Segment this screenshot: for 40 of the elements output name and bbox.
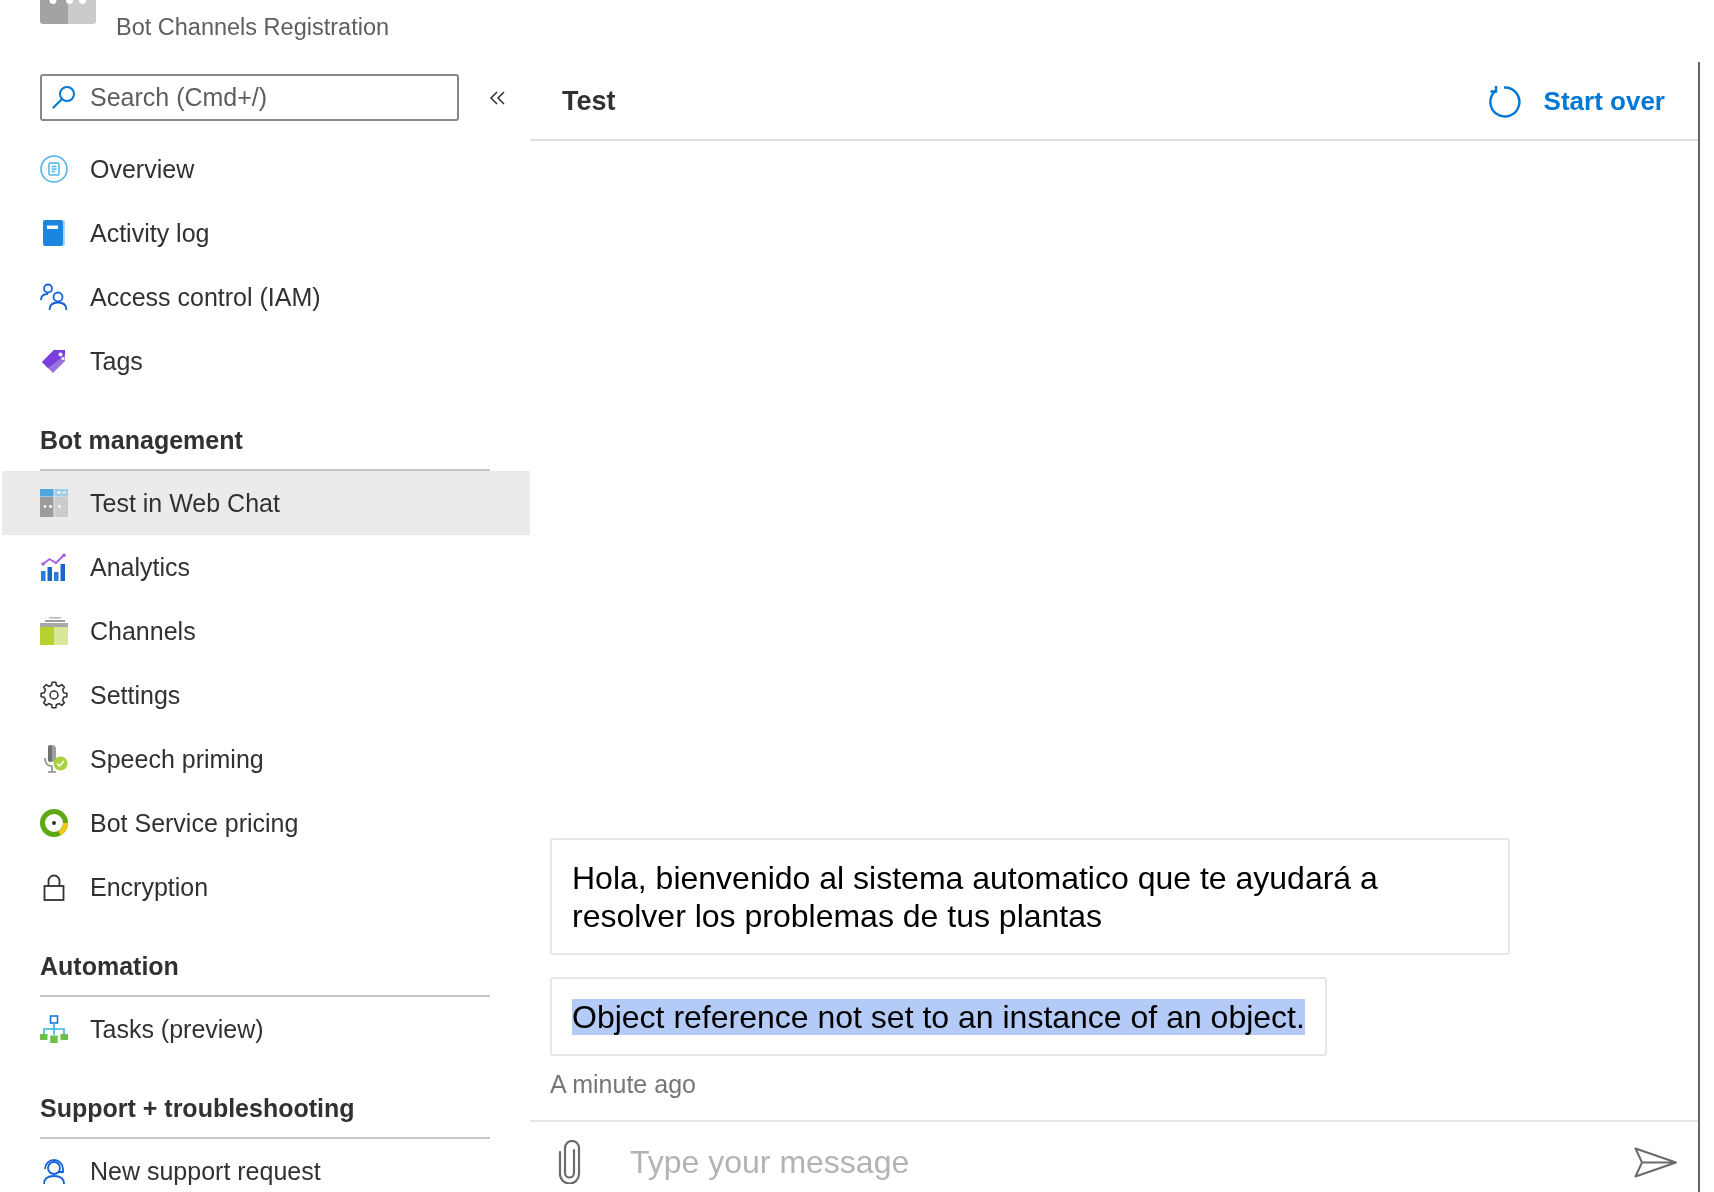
hierarchy-icon xyxy=(40,1015,68,1043)
paperclip-icon[interactable] xyxy=(557,1140,582,1184)
send-icon[interactable] xyxy=(1634,1146,1678,1178)
section-heading: Automation xyxy=(40,951,179,981)
nav-item[interactable]: New support request xyxy=(2,1139,530,1192)
nav-item[interactable]: Settings xyxy=(2,663,530,727)
blocks-icon xyxy=(40,617,68,645)
window-grid-icon xyxy=(40,489,68,517)
message-text: Hola, bienvenido al sistema automatico que te ayudará a resolver los problemas de tus plantas xyxy=(572,860,1378,934)
nav-item[interactable]: Access control (IAM) xyxy=(2,265,530,329)
section-heading: Bot management xyxy=(40,425,243,455)
start-over-button[interactable]: Start over xyxy=(1486,84,1665,119)
coin-ring-icon xyxy=(40,809,68,837)
resource-type-label: Bot Channels Registration xyxy=(116,13,389,41)
search-field[interactable]: Search (Cmd+/) xyxy=(40,74,459,121)
nav-item[interactable]: Encryption xyxy=(2,855,530,919)
nav-item[interactable]: Overview xyxy=(2,137,530,201)
people-icon xyxy=(40,283,68,311)
document-circle-icon xyxy=(40,155,68,183)
headset-person-icon xyxy=(40,1157,68,1185)
nav-item[interactable]: Analytics xyxy=(2,535,530,599)
bar-chart-icon xyxy=(40,553,68,581)
panel-title: Test xyxy=(562,86,616,117)
nav-item[interactable]: Speech priming xyxy=(2,727,530,791)
nav-item[interactable]: Tags xyxy=(2,329,530,393)
nav-item[interactable]: Channels xyxy=(2,599,530,663)
nav-item[interactable]: Tasks (preview) xyxy=(2,997,530,1061)
message-text: Object reference not set to an instance of an object. xyxy=(572,999,1305,1035)
nav-item[interactable]: Test in Web Chat xyxy=(2,471,530,535)
book-icon xyxy=(40,219,68,247)
double-chevron-icon[interactable] xyxy=(489,90,505,105)
gear-icon xyxy=(40,681,68,709)
message-timestamp: A minute ago xyxy=(550,1070,696,1098)
section-heading: Support + troubleshooting xyxy=(40,1093,355,1123)
tag-icon xyxy=(40,347,68,375)
nav-item[interactable]: Bot Service pricing xyxy=(2,791,530,855)
message-input[interactable]: Type your message xyxy=(630,1143,1604,1181)
search-icon xyxy=(52,85,76,109)
nav-item[interactable]: Activity log xyxy=(2,201,530,265)
refresh-icon xyxy=(1486,84,1521,119)
